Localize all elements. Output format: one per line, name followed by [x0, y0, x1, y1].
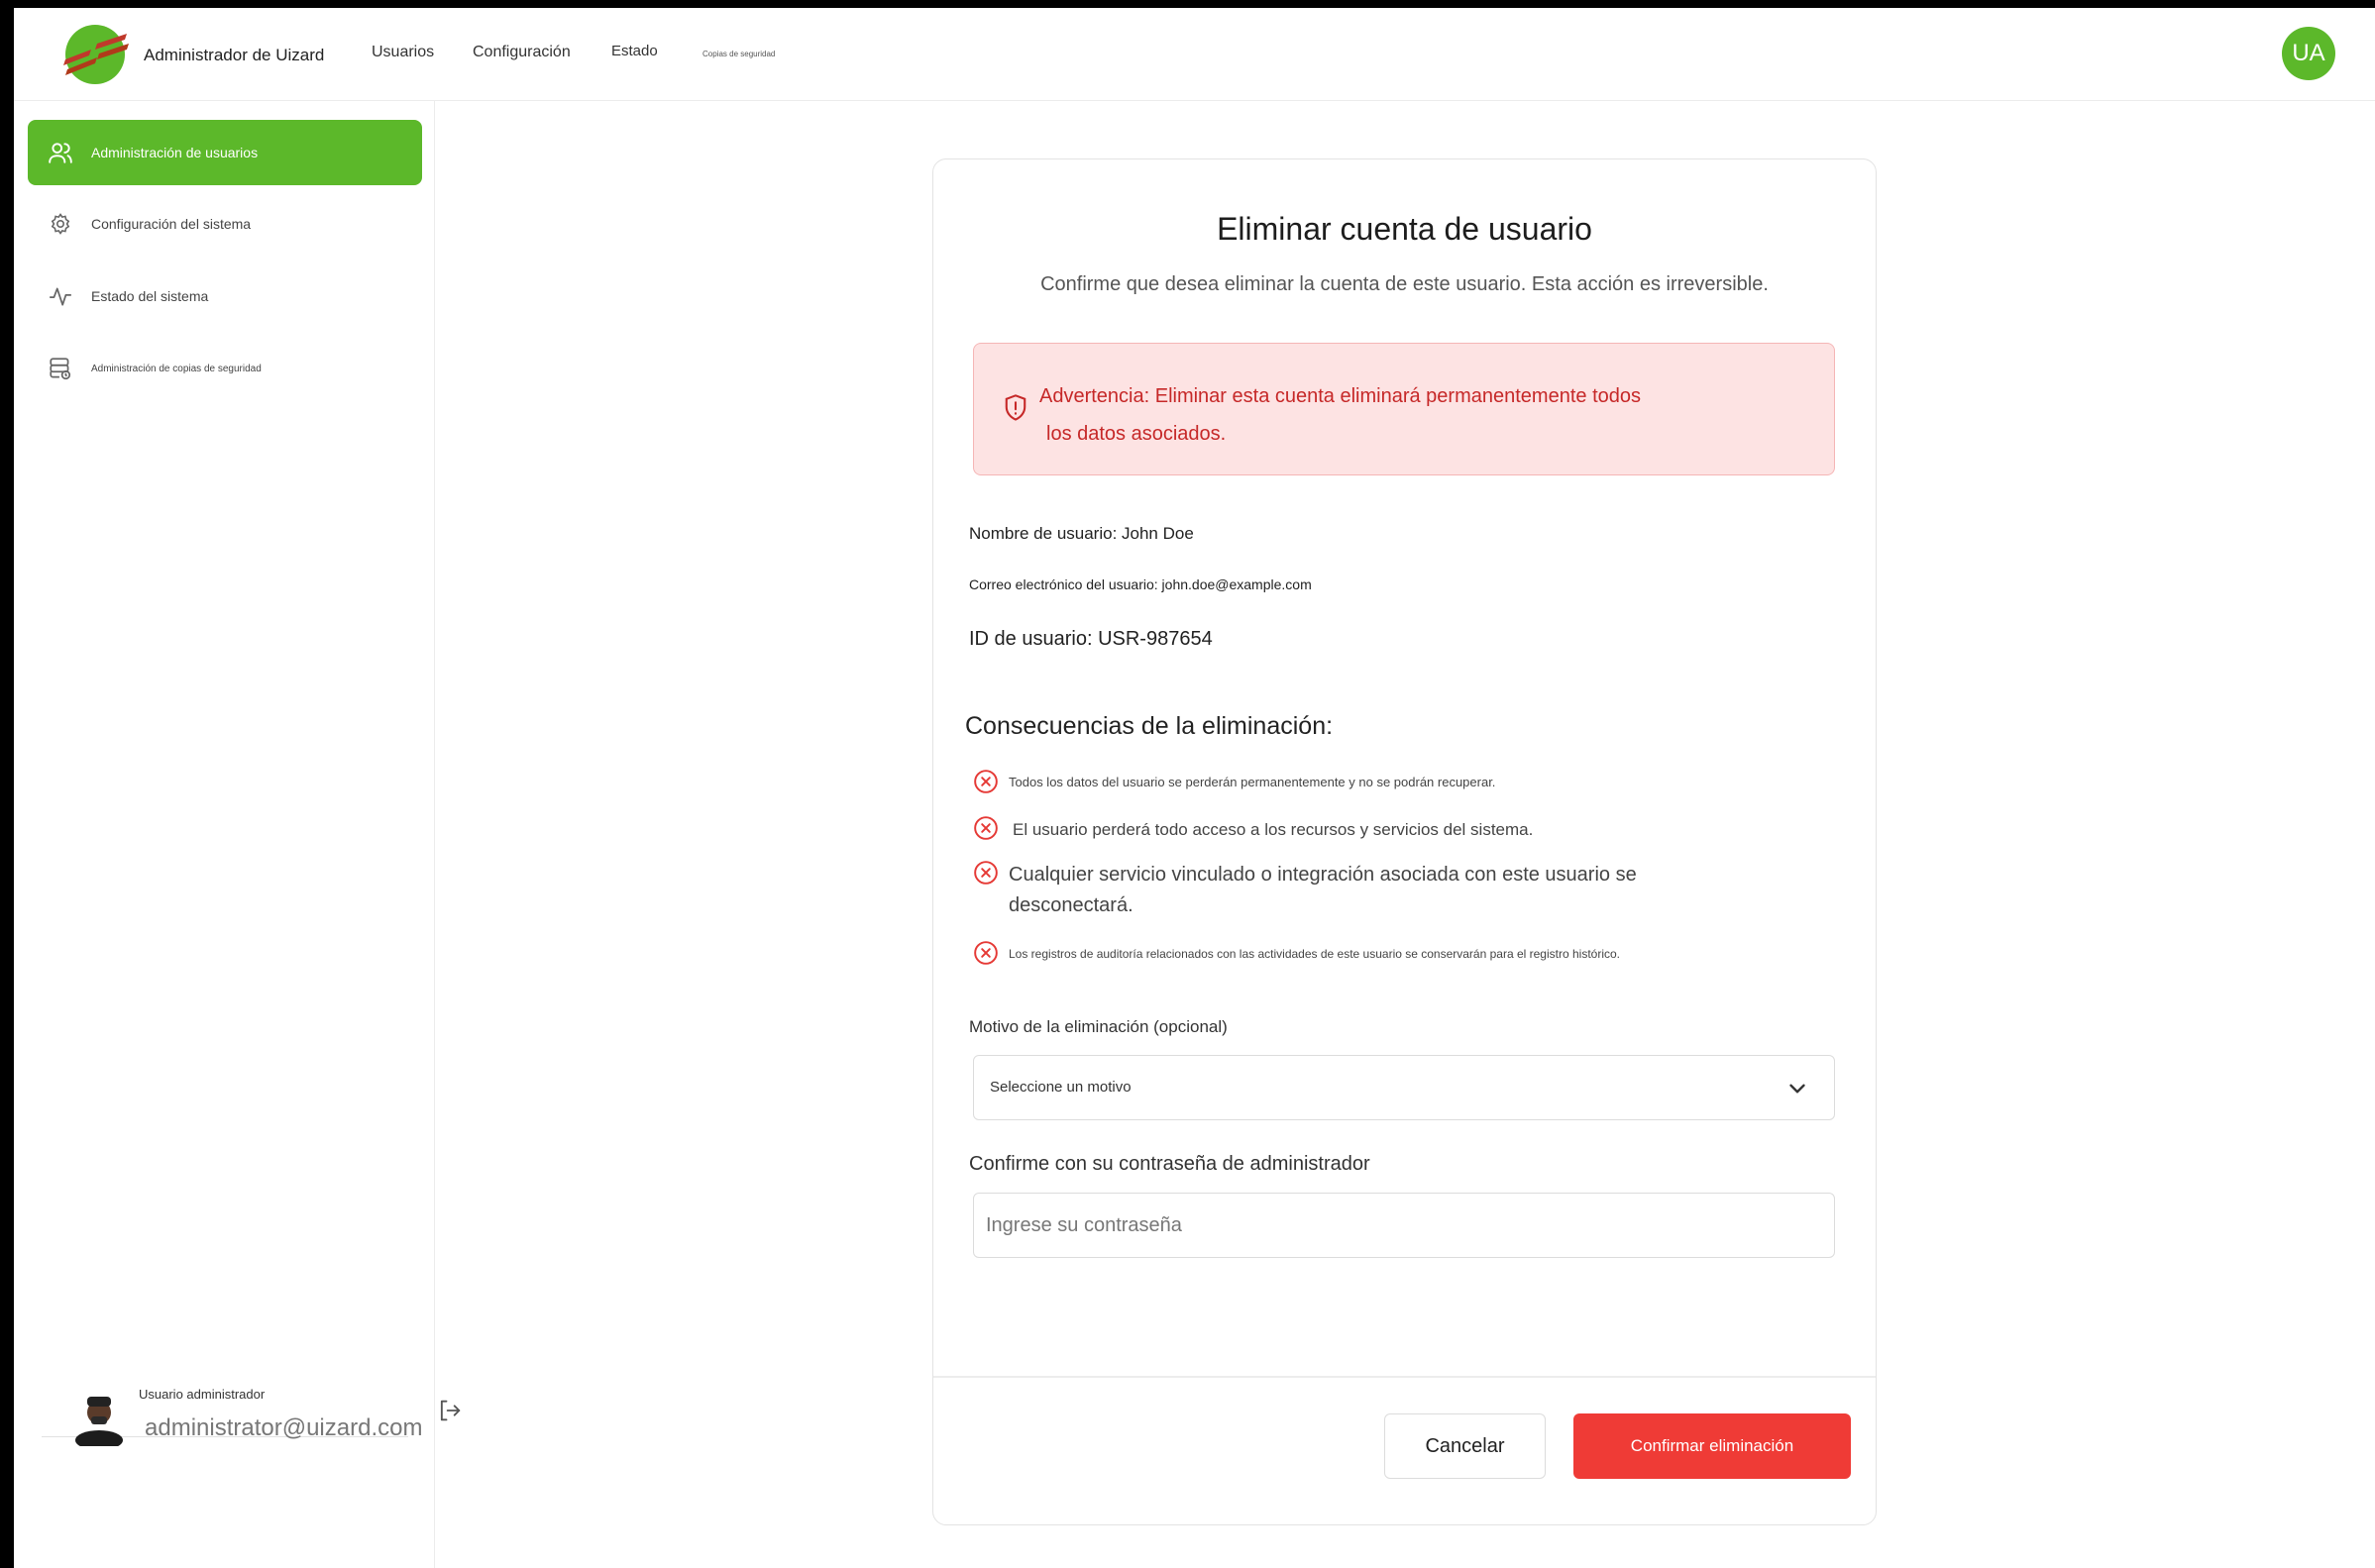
- nav-backups[interactable]: Copias de seguridad: [702, 50, 775, 58]
- sidebar-item-backup-management[interactable]: Administración de copias de seguridad: [28, 336, 422, 401]
- nav-settings[interactable]: Configuración: [473, 44, 571, 61]
- uizard-logo-icon: [63, 25, 129, 84]
- admin-avatar: [75, 1393, 123, 1446]
- admin-role: Usuario administrador: [139, 1387, 266, 1402]
- top-navigation-bar: Administrador de Uizard Usuarios Configu…: [14, 8, 2375, 101]
- dialog-subtitle: Confirme que desea eliminar la cuenta de…: [1040, 273, 1769, 295]
- sidebar-item-user-management[interactable]: Administración de usuarios: [28, 120, 422, 185]
- consequence-text: Cualquier servicio vinculado o integraci…: [1009, 864, 1637, 916]
- warning-line-1: Advertencia: Eliminar esta cuenta elimin…: [1039, 385, 1641, 407]
- x-circle-icon: [974, 816, 998, 840]
- sidebar: Administración de usuarios Configuración…: [14, 101, 461, 1568]
- shield-alert-icon: [1005, 394, 1026, 421]
- reason-select-value: Seleccione un motivo: [990, 1079, 1132, 1096]
- warning-banner: Advertencia: Eliminar esta cuenta elimin…: [973, 343, 1835, 475]
- consequence-text: Todos los datos del usuario se perderán …: [1009, 775, 1496, 789]
- email-info: Correo electrónico del usuario: john.doe…: [969, 576, 1312, 592]
- consequence-item: Cualquier servicio vinculado o integraci…: [973, 860, 1682, 921]
- consequence-text: El usuario perderá todo acceso a los rec…: [1013, 820, 1534, 839]
- sidebar-item-label: Administración de usuarios: [91, 145, 259, 160]
- consequence-item: Todos los datos del usuario se perderán …: [973, 769, 1495, 794]
- app-title: Administrador de Uizard: [144, 46, 325, 64]
- sidebar-item-label: Configuración del sistema: [91, 216, 252, 232]
- reason-label: Motivo de la eliminación (opcional): [969, 1017, 1228, 1036]
- users-icon: [46, 138, 75, 167]
- sidebar-item-label: Administración de copias de seguridad: [91, 363, 262, 374]
- password-input[interactable]: [973, 1193, 1835, 1258]
- delete-account-card: Eliminar cuenta de usuario Confirme que …: [932, 158, 1877, 1525]
- cancel-button[interactable]: Cancelar: [1384, 1413, 1546, 1479]
- database-backup-icon: [46, 354, 75, 383]
- consequence-text: Los registros de auditoría relacionados …: [1009, 947, 1621, 961]
- x-circle-icon: [974, 861, 998, 885]
- dialog-title: Eliminar cuenta de usuario: [1217, 211, 1592, 247]
- nav-status[interactable]: Estado: [611, 43, 658, 59]
- warning-line-2: los datos asociados.: [1046, 423, 1227, 445]
- confirm-delete-button[interactable]: Confirmar eliminación: [1573, 1413, 1851, 1479]
- consequence-item: El usuario perderá todo acceso a los rec…: [973, 815, 1533, 841]
- x-circle-icon: [974, 941, 998, 965]
- warning-text: Advertencia: Eliminar esta cuenta elimin…: [1039, 377, 1713, 453]
- sidebar-item-system-settings[interactable]: Configuración del sistema: [28, 191, 422, 257]
- logout-icon[interactable]: [436, 1397, 464, 1424]
- admin-email: administrator@uizard.com: [145, 1414, 423, 1441]
- footer-divider: [933, 1376, 1876, 1378]
- sidebar-item-label: Estado del sistema: [91, 288, 209, 304]
- user-avatar[interactable]: UA: [2282, 27, 2335, 80]
- gear-icon: [46, 209, 75, 239]
- consequences-heading: Consecuencias de la eliminación:: [965, 712, 1334, 740]
- activity-icon: [46, 281, 75, 311]
- user-id-info: ID de usuario: USR-987654: [969, 628, 1213, 650]
- app-window: Administrador de Uizard Usuarios Configu…: [14, 8, 2375, 1568]
- username-info: Nombre de usuario: John Doe: [969, 524, 1194, 543]
- password-label: Confirme con su contraseña de administra…: [969, 1153, 1370, 1175]
- x-circle-icon: [974, 770, 998, 793]
- reason-select[interactable]: Seleccione un motivo: [973, 1055, 1835, 1120]
- nav-users[interactable]: Usuarios: [372, 44, 434, 61]
- chevron-down-icon: [1789, 1084, 1805, 1094]
- consequence-item: Los registros de auditoría relacionados …: [973, 940, 1620, 966]
- sidebar-item-system-status[interactable]: Estado del sistema: [28, 263, 422, 329]
